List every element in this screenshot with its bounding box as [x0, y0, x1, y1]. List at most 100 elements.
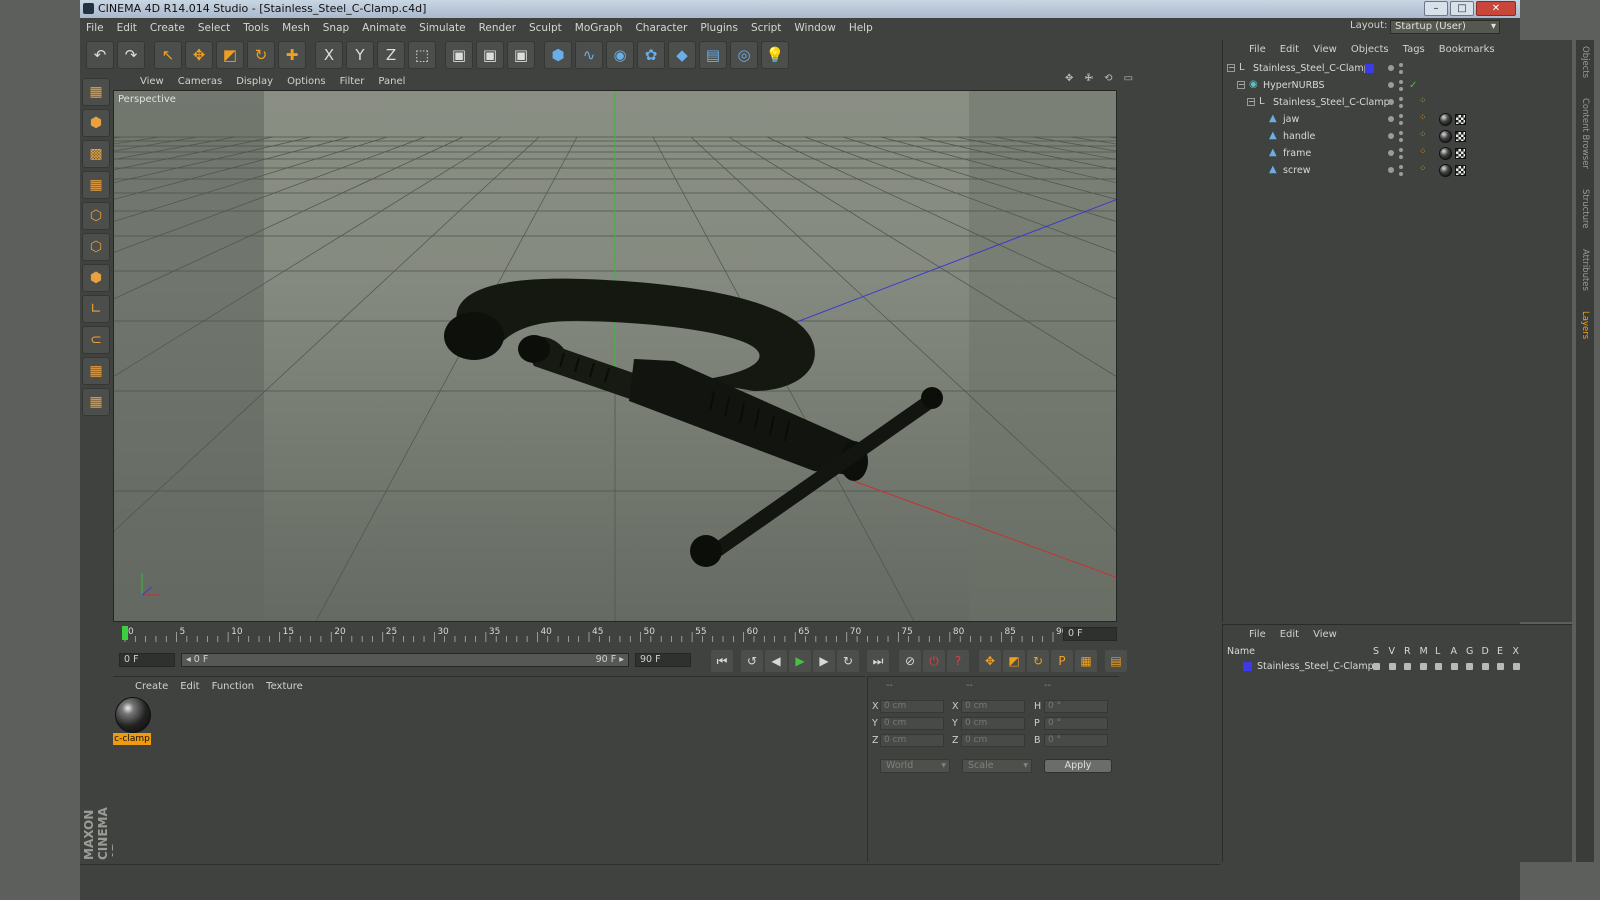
visibility-dot[interactable] [1388, 116, 1394, 122]
visibility-dot[interactable] [1388, 82, 1394, 88]
menu-file[interactable]: File [86, 22, 104, 34]
next-key-icon[interactable]: ↻ [837, 650, 859, 672]
menu-edit[interactable]: Edit [117, 22, 137, 34]
spline-icon[interactable]: ∿ [575, 41, 603, 69]
scale-key-icon[interactable]: ◩ [1003, 650, 1025, 672]
size-field[interactable]: 0 cm [961, 717, 1025, 730]
autokeying-icon[interactable]: ⏻ [923, 650, 945, 672]
material-menu-function[interactable]: Function [212, 681, 255, 692]
viewport-menu-options[interactable]: Options [287, 76, 326, 87]
render-visibility-dot[interactable] [1399, 70, 1403, 74]
collapse-icon[interactable]: − [1227, 64, 1235, 72]
points-mode-icon[interactable]: ⬡ [82, 202, 110, 230]
current-frame-field[interactable]: 0 F [1063, 627, 1117, 641]
layer-toggle-icon[interactable] [1512, 663, 1520, 670]
timeline-window-icon[interactable]: ▤ [1105, 650, 1127, 672]
visibility-dot[interactable] [1388, 150, 1394, 156]
render-visibility-dot[interactable] [1399, 87, 1403, 91]
snap-icon[interactable]: ⊂ [82, 326, 110, 354]
object-menu-view[interactable]: View [1313, 44, 1337, 55]
layer-toggle-icon[interactable] [1497, 663, 1504, 670]
phong-tag-icon[interactable]: ⁘ [1419, 164, 1427, 174]
viewport-navigation-icons[interactable]: ✥ ✙ ⟲ ▭ [1065, 73, 1137, 84]
object-menu-bookmarks[interactable]: Bookmarks [1439, 44, 1495, 55]
material-name-label[interactable]: c-clamp [113, 733, 151, 745]
render-visibility-dot[interactable] [1399, 138, 1403, 142]
layer-column-v[interactable]: V [1389, 645, 1396, 659]
layer-row[interactable]: Stainless_Steel_C-Clamp [1223, 659, 1573, 674]
tab-attributes[interactable]: Attributes [1580, 249, 1590, 291]
texture-tag-icon[interactable] [1455, 148, 1466, 159]
render-visibility-dot[interactable] [1399, 104, 1403, 108]
material-menu-texture[interactable]: Texture [266, 681, 303, 692]
object-menu-tags[interactable]: Tags [1403, 44, 1425, 55]
size-field[interactable]: 0 cm [961, 734, 1025, 747]
editor-visibility-dot[interactable] [1399, 165, 1403, 169]
start-frame-field[interactable]: 0 F [119, 653, 175, 667]
object-row[interactable]: − ◉ HyperNURBS ✓ [1223, 77, 1573, 94]
layer-column-s[interactable]: S [1373, 645, 1379, 659]
rotate-icon[interactable]: ↻ [247, 41, 275, 69]
viewport-menu-filter[interactable]: Filter [340, 76, 365, 87]
record-active-objects-icon[interactable]: ⊘ [899, 650, 921, 672]
size-mode-select[interactable]: Scale ▾ [962, 759, 1032, 773]
viewport-menu-view[interactable]: View [140, 76, 164, 87]
layer-column-d[interactable]: D [1482, 645, 1489, 659]
layer-column-m[interactable]: M [1420, 645, 1428, 659]
phong-tag-icon[interactable]: ⁘ [1419, 147, 1427, 157]
texture-tag-icon[interactable] [1455, 114, 1466, 125]
current-time-marker[interactable] [122, 626, 128, 640]
material-menu-edit[interactable]: Edit [180, 681, 199, 692]
add-icon[interactable]: ✚ [278, 41, 306, 69]
viewport-menu-cameras[interactable]: Cameras [178, 76, 222, 87]
texture-mode-icon[interactable]: ▩ [82, 140, 110, 168]
menu-mesh[interactable]: Mesh [282, 22, 310, 34]
object-row[interactable]: − L Stainless_Steel_C-Clamp [1223, 60, 1573, 77]
object-row[interactable]: − L Stainless_Steel_C-Clamp ⁘ [1223, 94, 1573, 111]
tab-layers[interactable]: Layers [1580, 311, 1590, 339]
x-axis-icon[interactable]: X [315, 41, 343, 69]
redo-icon[interactable]: ↷ [117, 41, 145, 69]
object-menu-edit[interactable]: Edit [1280, 44, 1299, 55]
layer-column-e[interactable]: E [1497, 645, 1503, 659]
layer-toggle-icon[interactable] [1388, 663, 1396, 670]
editor-visibility-dot[interactable] [1399, 97, 1403, 101]
polygons-mode-icon[interactable]: ⬢ [82, 264, 110, 292]
rotation-field[interactable]: 0 ° [1044, 717, 1108, 730]
model-mode-icon[interactable]: ⬢ [82, 109, 110, 137]
position-key-icon[interactable]: ✥ [979, 650, 1001, 672]
maximize-button[interactable]: □ [1450, 1, 1474, 16]
nurbs-icon[interactable]: ◉ [606, 41, 634, 69]
go-to-start-icon[interactable]: ⏮ [711, 650, 733, 672]
camera-icon[interactable]: ◎ [730, 41, 758, 69]
coordinate-system-icon[interactable]: ⬚ [408, 41, 436, 69]
editor-visibility-dot[interactable] [1399, 131, 1403, 135]
layer-color-swatch[interactable] [1365, 64, 1374, 73]
previous-frame-icon[interactable]: ◀ [765, 650, 787, 672]
end-frame-field[interactable]: 90 F [635, 653, 691, 667]
render-visibility-dot[interactable] [1399, 172, 1403, 176]
position-field[interactable]: 0 cm [880, 734, 944, 747]
make-editable-icon[interactable]: ▦ [82, 78, 110, 106]
layer-toggle-icon[interactable] [1404, 663, 1411, 670]
position-field[interactable]: 0 cm [880, 717, 944, 730]
deformer-icon[interactable]: ◆ [668, 41, 696, 69]
layer-toggle-icon[interactable] [1419, 663, 1427, 670]
menu-animate[interactable]: Animate [362, 22, 406, 34]
layer-menu-edit[interactable]: Edit [1280, 629, 1299, 640]
edges-mode-icon[interactable]: ⬡ [82, 233, 110, 261]
collapse-icon[interactable]: − [1237, 81, 1245, 89]
editor-visibility-dot[interactable] [1399, 80, 1403, 84]
move-icon[interactable]: ✥ [185, 41, 213, 69]
material-preview-sphere[interactable] [115, 697, 151, 733]
object-row[interactable]: ▲ frame ⁘ [1223, 145, 1573, 162]
previous-key-icon[interactable]: ↺ [741, 650, 763, 672]
editor-visibility-dot[interactable] [1399, 148, 1403, 152]
menu-plugins[interactable]: Plugins [700, 22, 738, 34]
tab-structure[interactable]: Structure [1580, 189, 1590, 229]
material-menu-create[interactable]: Create [135, 681, 168, 692]
menu-simulate[interactable]: Simulate [419, 22, 465, 34]
perspective-viewport[interactable]: Perspective [113, 90, 1117, 622]
menu-window[interactable]: Window [794, 22, 835, 34]
menu-tools[interactable]: Tools [243, 22, 269, 34]
